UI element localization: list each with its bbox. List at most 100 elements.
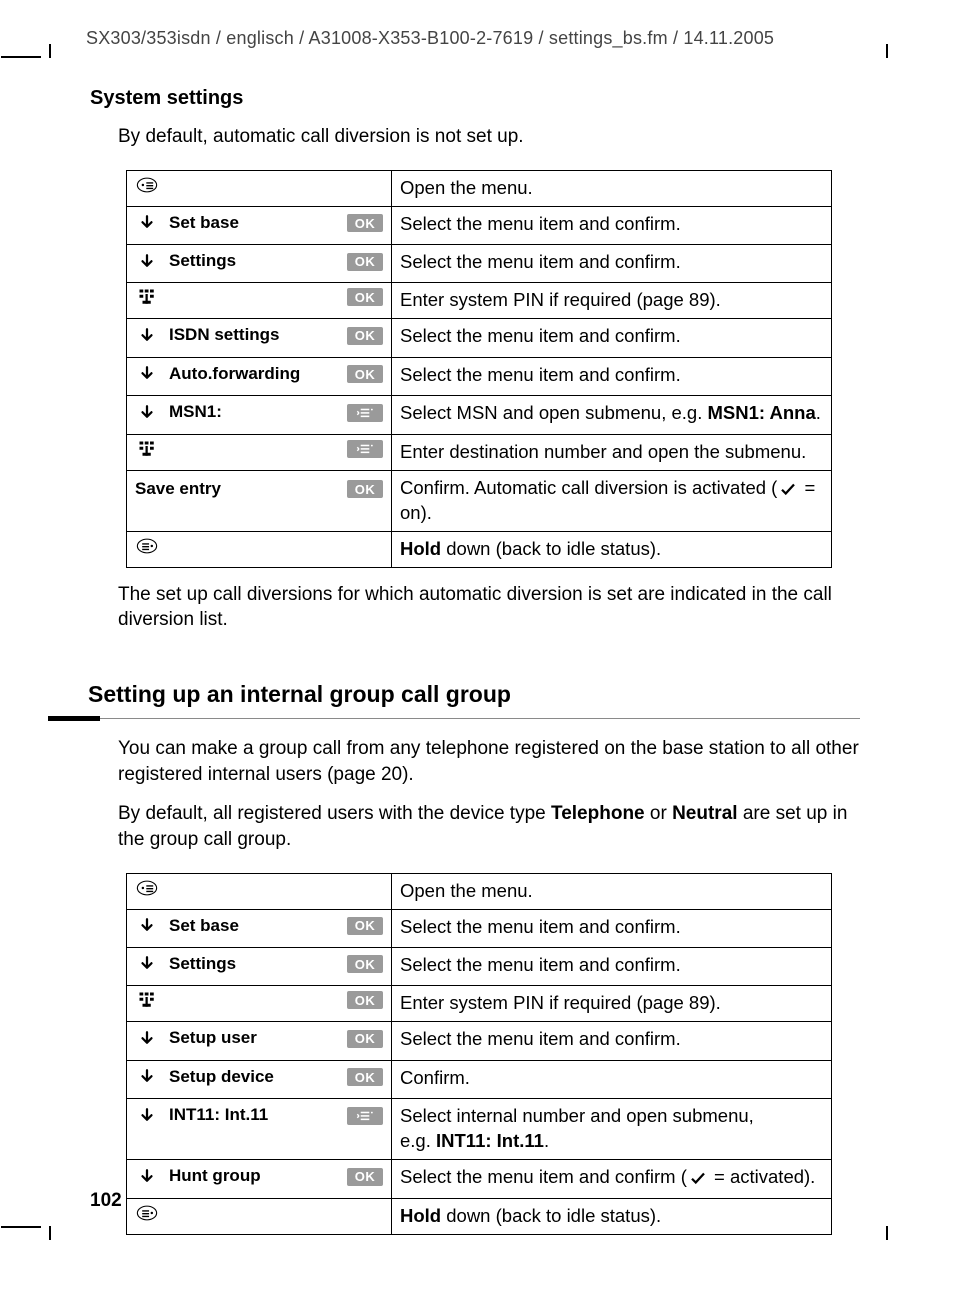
down-arrow-icon	[136, 917, 158, 935]
hold-icon	[136, 1204, 158, 1222]
keypad-icon	[136, 440, 158, 458]
step-description-cell: Select MSN and open submenu, e.g. MSN1: …	[392, 396, 832, 434]
ok-badge: OK	[347, 214, 383, 232]
step-description-cell: Confirm. Automatic call diversion is act…	[392, 470, 832, 531]
table-row: OK Enter system PIN if required (page 89)…	[127, 986, 832, 1022]
keypad-icon	[136, 991, 158, 1009]
steps-table-2: Open the menu. Set base OK Select the menu…	[126, 873, 832, 1235]
step-action-cell: OK	[127, 986, 392, 1022]
menu-item-label: Settings	[169, 250, 337, 273]
step-action-cell: Settings OK	[127, 947, 392, 985]
step-description-cell: Confirm.	[392, 1060, 832, 1098]
table-row: Setup user OK Select the menu item and con…	[127, 1022, 832, 1060]
menu-item-label: Set base	[169, 915, 337, 938]
keypad-icon	[136, 288, 158, 306]
down-arrow-icon	[136, 404, 158, 422]
table-row: Hold down (back to idle status).	[127, 531, 832, 567]
ok-badge: OK	[347, 955, 383, 973]
step-action-cell: Auto.forwarding OK	[127, 357, 392, 395]
menu-item-label: Save entry	[135, 478, 337, 501]
menu-item-label: MSN1:	[169, 401, 337, 424]
step-description-cell: Select the menu item and confirm.	[392, 245, 832, 283]
table-row: Hunt group OK Select the menu item and con…	[127, 1160, 832, 1198]
table-row: Hold down (back to idle status).	[127, 1198, 832, 1234]
section-rule	[48, 716, 860, 722]
step-description-cell: Hold down (back to idle status).	[392, 531, 832, 567]
running-head: System settings	[90, 87, 888, 110]
table-row: Settings OK Select the menu item and confi…	[127, 245, 832, 283]
open-submenu-icon	[347, 1107, 383, 1125]
step-action-cell: Settings OK	[127, 245, 392, 283]
menu-item-label: Settings	[169, 953, 337, 976]
step-description-cell: Select internal number and open submenu,…	[392, 1099, 832, 1160]
step-description-cell: Select the menu item and confirm.	[392, 357, 832, 395]
open-submenu-icon	[347, 404, 383, 422]
step-description-cell: Enter system PIN if required (page 89).	[392, 986, 832, 1022]
open-menu-icon	[136, 176, 158, 194]
menu-item-label: Auto.forwarding	[169, 363, 337, 386]
step-description-cell: Open the menu.	[392, 170, 832, 206]
step-description-cell: Hold down (back to idle status).	[392, 1198, 832, 1234]
ok-badge: OK	[347, 288, 383, 306]
step-action-cell: Set base OK	[127, 206, 392, 244]
step-action-cell: MSN1:	[127, 396, 392, 434]
ok-badge: OK	[347, 365, 383, 383]
step-description-cell: Select the menu item and confirm.	[392, 1022, 832, 1060]
table-row: Enter destination number and open the su…	[127, 434, 832, 470]
intro-paragraph-1: By default, automatic call diversion is …	[118, 124, 878, 150]
down-arrow-icon	[136, 365, 158, 383]
section-heading-group-call: Setting up an internal group call group	[88, 679, 848, 712]
ok-badge: OK	[347, 1030, 383, 1048]
step-action-cell	[127, 1198, 392, 1234]
down-arrow-icon	[136, 1068, 158, 1086]
ok-badge: OK	[347, 253, 383, 271]
table-row: Set baseOKSelect the menu item and confi…	[127, 206, 832, 244]
step-description-cell: Select the menu item and confirm.	[392, 947, 832, 985]
step-action-cell: OK	[127, 283, 392, 319]
table-row: Set baseOKSelect the menu item and confi…	[127, 909, 832, 947]
section2-paragraph-1: You can make a group call from any telep…	[118, 736, 878, 787]
step-action-cell: ISDN settingsOK	[127, 319, 392, 357]
down-arrow-icon	[136, 253, 158, 271]
table-row: Settings OK Select the menu item and confi…	[127, 947, 832, 985]
table-row: ISDN settingsOKSelect the menu item and …	[127, 319, 832, 357]
step-action-cell	[127, 434, 392, 470]
step-description-cell: Select the menu item and confirm ( = act…	[392, 1160, 832, 1198]
menu-item-label: Setup user	[169, 1027, 337, 1050]
table-row: Setup deviceOKConfirm.	[127, 1060, 832, 1098]
open-submenu-icon	[347, 440, 383, 458]
step-description-cell: Enter system PIN if required (page 89).	[392, 283, 832, 319]
menu-item-label: INT11: Int.11	[169, 1104, 337, 1127]
table-row: Auto.forwarding OK Select the menu item an…	[127, 357, 832, 395]
down-arrow-icon	[136, 1030, 158, 1048]
down-arrow-icon	[136, 1168, 158, 1186]
ok-badge: OK	[347, 1168, 383, 1186]
table-row: Open the menu.	[127, 170, 832, 206]
ok-badge: OK	[347, 991, 383, 1009]
menu-item-label: ISDN settings	[169, 324, 337, 347]
menu-item-label: Hunt group	[169, 1165, 337, 1188]
table-row: OK Enter system PIN if required (page 89)…	[127, 283, 832, 319]
hold-icon	[136, 537, 158, 555]
header-path: SX303/353isdn / englisch / A31008-X353-B…	[86, 28, 888, 49]
section2-paragraph-2: By default, all registered users with th…	[118, 801, 878, 852]
step-action-cell: Hunt group OK	[127, 1160, 392, 1198]
down-arrow-icon	[136, 214, 158, 232]
table-row: MSN1: Select MSN and open submenu, e.g. …	[127, 396, 832, 434]
open-menu-icon	[136, 879, 158, 897]
step-description-cell: Open the menu.	[392, 873, 832, 909]
ok-badge: OK	[347, 1068, 383, 1086]
down-arrow-icon	[136, 1107, 158, 1125]
ok-badge: OK	[347, 917, 383, 935]
down-arrow-icon	[136, 955, 158, 973]
menu-item-label: Set base	[169, 212, 337, 235]
page-number: 102	[90, 1190, 122, 1212]
step-action-cell: Set base OK	[127, 909, 392, 947]
step-action-cell: INT11: Int.11	[127, 1099, 392, 1160]
after-table-1-paragraph: The set up call diversions for which aut…	[118, 582, 878, 633]
table-row: Save entryOKConfirm. Automatic call dive…	[127, 470, 832, 531]
steps-table-1: Open the menu. Set base OK Select the menu…	[126, 170, 832, 568]
table-row: Open the menu.	[127, 873, 832, 909]
table-row: INT11: Int.11 Select internal number and…	[127, 1099, 832, 1160]
step-action-cell: Save entryOK	[127, 470, 392, 531]
